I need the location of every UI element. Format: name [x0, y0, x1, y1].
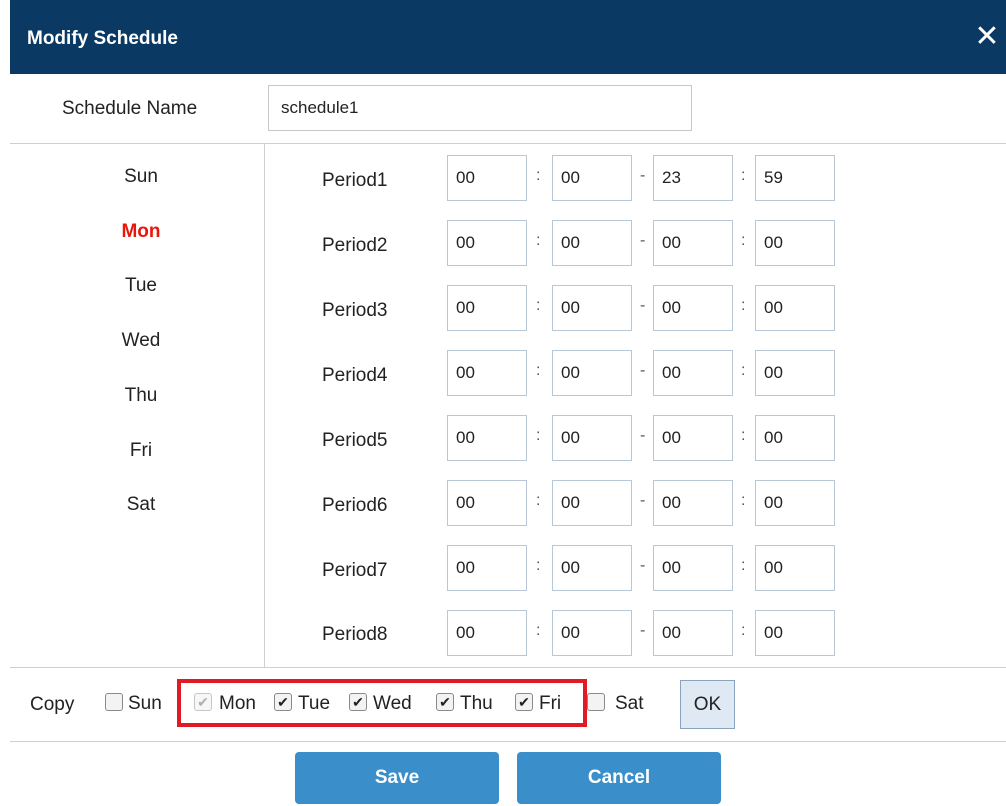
period-end-hour-input[interactable] — [653, 545, 733, 591]
time-separator: : — [741, 557, 746, 574]
schedule-name-label: Schedule Name — [62, 98, 198, 119]
day-sun[interactable]: Sun — [81, 166, 201, 188]
range-separator: - — [640, 492, 646, 509]
copy-days-highlight — [177, 679, 587, 727]
period-start-hour-input[interactable] — [447, 155, 527, 201]
period-start-hour-input[interactable] — [447, 545, 527, 591]
period-start-minute-input[interactable] — [552, 610, 632, 656]
cancel-button[interactable]: Cancel — [517, 752, 721, 804]
dialog-titlebar: Modify Schedule ✕ — [10, 0, 1006, 74]
period-label: Period7 — [322, 560, 388, 581]
copy-sun-checkbox[interactable] — [105, 693, 123, 711]
period-end-hour-input[interactable] — [653, 155, 733, 201]
copy-label: Copy — [30, 694, 75, 715]
period-start-minute-input[interactable] — [552, 350, 632, 396]
range-separator: - — [640, 297, 646, 314]
day-tue[interactable]: Tue — [81, 275, 201, 297]
time-separator: : — [536, 232, 541, 249]
time-separator: : — [741, 362, 746, 379]
period-start-minute-input[interactable] — [552, 480, 632, 526]
copy-ok-button[interactable]: OK — [680, 680, 735, 729]
day-thu[interactable]: Thu — [81, 385, 201, 407]
time-separator: : — [741, 622, 746, 639]
day-sat[interactable]: Sat — [81, 494, 201, 516]
dialog-title: Modify Schedule — [27, 28, 178, 49]
time-separator: : — [536, 427, 541, 444]
schedule-name-input[interactable] — [268, 85, 692, 131]
time-separator: : — [536, 167, 541, 184]
time-separator: : — [536, 557, 541, 574]
time-separator: : — [536, 362, 541, 379]
day-fri[interactable]: Fri — [81, 440, 201, 462]
period-start-hour-input[interactable] — [447, 415, 527, 461]
period-start-hour-input[interactable] — [447, 350, 527, 396]
period-label: Period3 — [322, 300, 388, 321]
period-start-hour-input[interactable] — [447, 610, 527, 656]
copy-sat-label: Sat — [615, 693, 644, 714]
copy-sat-checkbox[interactable] — [587, 693, 605, 711]
time-separator: : — [741, 167, 746, 184]
period-end-hour-input[interactable] — [653, 220, 733, 266]
period-end-minute-input[interactable] — [755, 220, 835, 266]
period-end-minute-input[interactable] — [755, 415, 835, 461]
time-separator: : — [741, 492, 746, 509]
period-end-minute-input[interactable] — [755, 155, 835, 201]
period-end-hour-input[interactable] — [653, 285, 733, 331]
range-separator: - — [640, 232, 646, 249]
divider-copy — [10, 667, 1006, 668]
day-wed[interactable]: Wed — [81, 330, 201, 352]
period-label: Period6 — [322, 495, 388, 516]
range-separator: - — [640, 167, 646, 184]
period-end-minute-input[interactable] — [755, 610, 835, 656]
divider-buttons — [10, 741, 1006, 742]
modify-schedule-dialog: Modify Schedule ✕ Schedule Name Sun Mon … — [10, 0, 1006, 806]
period-start-minute-input[interactable] — [552, 285, 632, 331]
period-end-minute-input[interactable] — [755, 350, 835, 396]
period-start-minute-input[interactable] — [552, 220, 632, 266]
period-start-hour-input[interactable] — [447, 480, 527, 526]
save-button[interactable]: Save — [295, 752, 499, 804]
period-label: Period2 — [322, 235, 388, 256]
period-label: Period1 — [322, 170, 388, 191]
period-label: Period8 — [322, 624, 388, 645]
period-start-minute-input[interactable] — [552, 545, 632, 591]
close-icon[interactable]: ✕ — [972, 22, 1002, 52]
period-label: Period5 — [322, 430, 388, 451]
period-end-hour-input[interactable] — [653, 415, 733, 461]
range-separator: - — [640, 362, 646, 379]
time-separator: : — [741, 427, 746, 444]
copy-sun-label: Sun — [128, 693, 162, 714]
time-separator: : — [741, 232, 746, 249]
period-end-hour-input[interactable] — [653, 480, 733, 526]
time-separator: : — [536, 297, 541, 314]
period-end-minute-input[interactable] — [755, 480, 835, 526]
period-start-minute-input[interactable] — [552, 155, 632, 201]
period-start-hour-input[interactable] — [447, 220, 527, 266]
time-separator: : — [536, 492, 541, 509]
period-end-hour-input[interactable] — [653, 610, 733, 656]
period-label: Period4 — [322, 365, 388, 386]
day-mon[interactable]: Mon — [81, 221, 201, 243]
period-end-hour-input[interactable] — [653, 350, 733, 396]
time-separator: : — [741, 297, 746, 314]
divider-vertical — [264, 143, 265, 667]
divider-top — [10, 143, 1006, 144]
period-start-minute-input[interactable] — [552, 415, 632, 461]
range-separator: - — [640, 557, 646, 574]
period-end-minute-input[interactable] — [755, 285, 835, 331]
range-separator: - — [640, 622, 646, 639]
range-separator: - — [640, 427, 646, 444]
period-start-hour-input[interactable] — [447, 285, 527, 331]
period-end-minute-input[interactable] — [755, 545, 835, 591]
time-separator: : — [536, 622, 541, 639]
